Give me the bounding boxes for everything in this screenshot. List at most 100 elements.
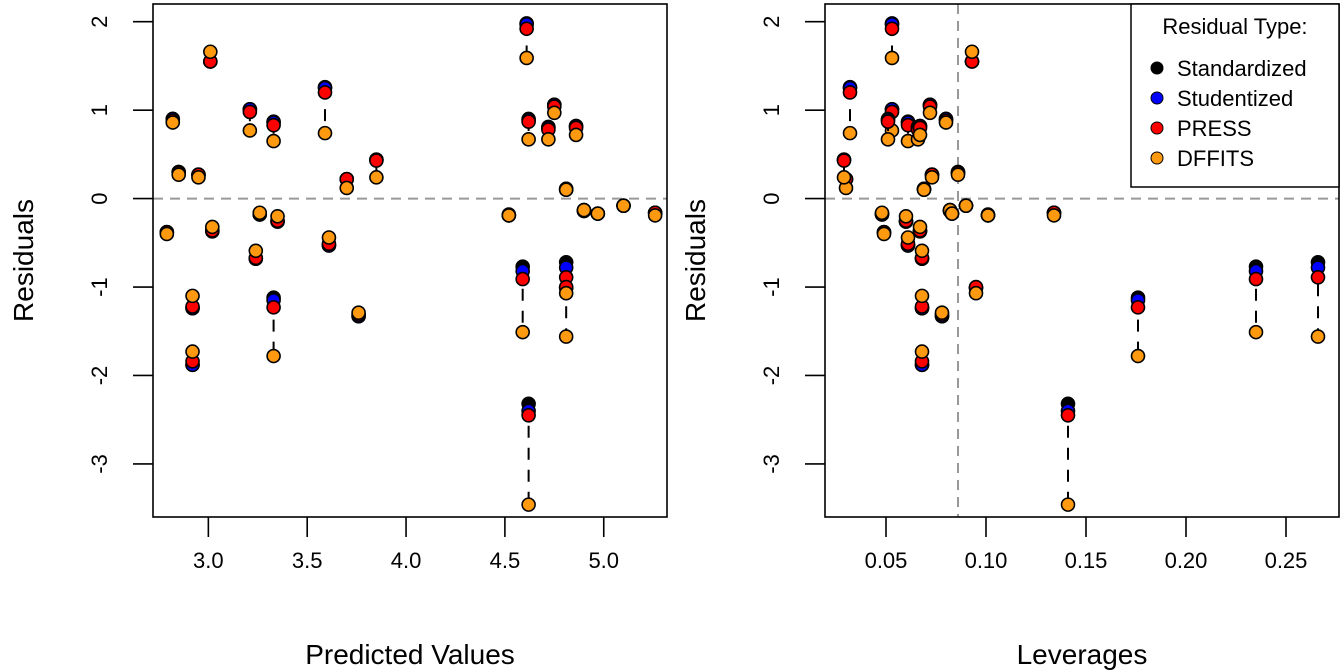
point-dffits: [898, 208, 914, 224]
point-dffits: [339, 180, 355, 196]
point-dffits: [159, 226, 175, 242]
point-press: [1130, 300, 1146, 315]
point-dffits: [185, 344, 200, 359]
point-dffits: [270, 208, 285, 224]
legend: Residual Type: Standardized Studentized …: [1130, 3, 1340, 188]
point-dffits: [647, 208, 663, 223]
point-dffits: [568, 127, 584, 143]
point-press: [836, 153, 852, 168]
point-dffits: [558, 182, 574, 198]
point-dffits: [958, 198, 974, 213]
point-press: [1310, 270, 1326, 285]
point-dffits: [884, 50, 900, 66]
point-dffits: [266, 133, 281, 149]
y-tick-label: 1: [759, 104, 784, 116]
point-dffits: [1046, 208, 1062, 223]
point-press: [369, 153, 384, 168]
point-dffits: [934, 305, 950, 320]
plot-frame: [152, 3, 668, 518]
y-tick-label: -1: [87, 277, 112, 297]
point-dffits: [968, 285, 984, 301]
point-press: [1248, 271, 1264, 287]
point-dffits: [321, 230, 337, 245]
point-dffits: [1248, 324, 1264, 340]
legend-label-standardized: Standardized: [1177, 56, 1307, 81]
point-dffits: [205, 219, 220, 235]
point-dffits: [185, 288, 200, 304]
point-dffits: [576, 202, 592, 218]
x-tick-label: 0.20: [1165, 548, 1208, 573]
point-press: [242, 104, 258, 120]
point-dffits: [521, 132, 536, 147]
x-tick-label: 4.5: [490, 548, 521, 573]
point-dffits: [521, 497, 536, 512]
point-dffits: [547, 105, 562, 121]
y-tick-label: 2: [87, 16, 112, 28]
point-dffits: [252, 205, 268, 221]
y-axis-title: Residuals: [8, 199, 39, 322]
point-press: [842, 85, 858, 100]
point-dffits: [1130, 348, 1146, 364]
x-tick-label: 5.0: [588, 548, 619, 573]
point-dffits: [616, 198, 631, 213]
y-tick-label: -3: [87, 454, 112, 474]
x-tick-label: 0.10: [965, 548, 1008, 573]
point-dffits: [369, 170, 384, 185]
point-dffits: [1310, 329, 1326, 344]
y-tick-label: -2: [759, 366, 784, 386]
x-tick-label: 0.15: [1065, 548, 1108, 573]
point-press: [1060, 407, 1076, 423]
point-dffits: [171, 167, 186, 183]
point-dffits: [922, 105, 938, 121]
point-dffits: [914, 344, 930, 359]
legend-marker-studentized: [1150, 91, 1164, 105]
x-axis-title: Predicted Values: [305, 639, 515, 670]
point-dffits: [266, 348, 281, 364]
panel-predicted-values: 3.0 3.5 4.0 4.5 5.0 -3 -2 -1 0 1 2 Predicted Values…: [8, 3, 668, 670]
x-tick-label: 0.05: [865, 548, 908, 573]
point-dffits: [874, 205, 890, 221]
point-dffits: [836, 170, 852, 185]
legend-label-dffits: DFFITS: [1177, 146, 1254, 171]
point-dffits: [242, 123, 258, 138]
point-dffits: [842, 125, 858, 141]
legend-title: Residual Type:: [1162, 14, 1307, 39]
point-dffits: [964, 44, 980, 60]
point-dffits: [938, 115, 954, 130]
point-press: [266, 300, 281, 315]
x-tick-label: 4.0: [391, 548, 422, 573]
point-dffits: [165, 115, 181, 130]
y-tick-label: 0: [87, 192, 112, 204]
point-dffits: [501, 208, 517, 223]
point-dffits: [880, 132, 896, 147]
point-dffits: [876, 226, 892, 242]
y-tick-label: 2: [759, 16, 784, 28]
y-tick-label: 0: [759, 192, 784, 204]
residual-diagnostics-figure: 3.0 3.5 4.0 4.5 5.0 -3 -2 -1 0 1 2 Predicted Values…: [8, 3, 1340, 670]
legend-marker-press: [1150, 121, 1164, 135]
legend-marker-standardized: [1150, 61, 1164, 75]
point-dffits: [944, 206, 960, 221]
point-press: [521, 407, 536, 423]
point-dffits: [203, 44, 218, 60]
x-axis-title: Leverages: [1017, 639, 1148, 670]
point-press: [519, 21, 534, 37]
point-dffits: [1060, 497, 1076, 512]
point-dffits: [519, 50, 534, 66]
x-tick-label: 3.0: [193, 548, 224, 573]
point-dffits: [914, 243, 930, 259]
legend-label-press: PRESS: [1177, 116, 1252, 141]
point-dffits: [515, 324, 530, 340]
point-dffits: [558, 329, 574, 344]
legend-label-studentized: Studentized: [1177, 86, 1293, 111]
y-tick-label: 1: [87, 104, 112, 116]
point-dffits: [558, 285, 574, 301]
point-dffits: [914, 288, 930, 304]
point-dffits: [950, 167, 966, 183]
point-press: [266, 117, 281, 133]
y-tick-label: -1: [759, 277, 784, 297]
legend-marker-dffits: [1150, 151, 1164, 165]
point-dffits: [590, 206, 606, 221]
point-dffits: [248, 243, 264, 259]
point-dffits: [317, 125, 333, 141]
